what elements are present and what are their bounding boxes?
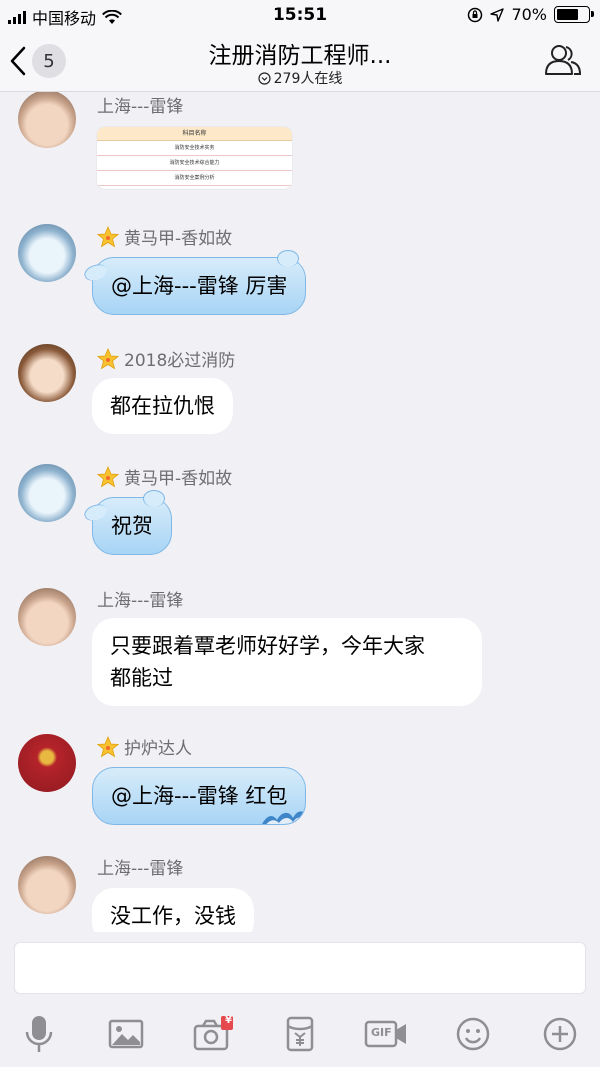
emoji-icon: [456, 1017, 490, 1051]
more-button[interactable]: [538, 1012, 582, 1056]
sender-name[interactable]: 黄马甲-香如故: [124, 224, 232, 249]
chevron-circle-down-icon: [258, 71, 271, 85]
message-bubble[interactable]: 只要跟着覃老师好好学，今年大家 都能过: [92, 618, 482, 706]
chevron-left-icon: [10, 46, 26, 76]
message-text-line: 只要跟着覃老师好好学，今年大家: [110, 634, 425, 658]
back-button[interactable]: 5: [10, 44, 66, 78]
emoji-button[interactable]: [451, 1012, 495, 1056]
star-badge-icon: [97, 465, 119, 487]
image-table-row: 消防安全技术实务: [97, 141, 292, 156]
image-table-header: 科目名称: [97, 127, 292, 141]
orientation-lock-icon: [468, 7, 483, 22]
star-badge-icon: [97, 347, 119, 369]
image-button[interactable]: [104, 1012, 148, 1056]
red-packet-icon: [286, 1016, 314, 1052]
avatar[interactable]: [18, 734, 76, 792]
chat-header: 5 注册消防工程师... 279人在线: [0, 30, 600, 92]
group-members-icon: [545, 45, 582, 75]
input-toolbar: ¥ GIF: [0, 1000, 600, 1067]
message-input[interactable]: [14, 942, 586, 994]
sender-name[interactable]: 上海---雷锋: [97, 92, 183, 117]
input-bar: [0, 932, 600, 1000]
image-message[interactable]: 科目名称 消防安全技术实务 消防安全技术综合能力 消防安全案例分析: [97, 127, 292, 189]
sender-name[interactable]: 上海---雷锋: [97, 854, 183, 879]
message-bubble[interactable]: 没工作，没钱: [92, 888, 254, 932]
online-count-label: 279人在线: [273, 71, 343, 87]
sender-name-row: 2018必过消防: [97, 346, 235, 371]
message-bubble[interactable]: 祝贺: [92, 490, 172, 555]
image-icon: [108, 1019, 144, 1049]
voice-button[interactable]: [17, 1012, 61, 1056]
message-bubble[interactable]: 都在拉仇恨: [92, 378, 233, 434]
red-packet-button[interactable]: [278, 1012, 322, 1056]
battery-percent: 70%: [511, 5, 547, 24]
unread-count-badge: 5: [32, 44, 66, 78]
group-title[interactable]: 注册消防工程师...: [150, 36, 450, 70]
avatar[interactable]: [18, 224, 76, 282]
sender-name[interactable]: 黄马甲-香如故: [124, 464, 232, 489]
gif-label: GIF: [371, 1026, 392, 1039]
sender-name-row: 黄马甲-香如故: [97, 464, 232, 489]
star-badge-icon: [97, 735, 119, 757]
star-badge-icon: [97, 225, 119, 247]
image-table-row: 消防安全案例分析: [97, 171, 292, 186]
camera-button[interactable]: ¥: [191, 1012, 235, 1056]
avatar[interactable]: [18, 92, 76, 148]
sender-name-row: 黄马甲-香如故: [97, 224, 232, 249]
sender-name[interactable]: 上海---雷锋: [97, 586, 183, 611]
avatar[interactable]: [18, 856, 76, 914]
red-packet-badge: ¥: [225, 1015, 232, 1026]
image-table-row: 消防安全技术综合能力: [97, 156, 292, 171]
group-members-button[interactable]: [544, 42, 582, 82]
message-list[interactable]: 上海---雷锋 科目名称 消防安全技术实务 消防安全技术综合能力 消防安全案例分…: [0, 92, 600, 932]
message-text-line: 都能过: [110, 666, 173, 690]
message-bubble[interactable]: @上海---雷锋 厉害: [92, 250, 307, 315]
online-count[interactable]: 279人在线: [150, 68, 450, 88]
sender-name[interactable]: 护炉达人: [124, 734, 192, 759]
avatar[interactable]: [18, 588, 76, 646]
status-bar: 中国移动 15:51 70%: [0, 0, 600, 30]
message-bubble[interactable]: @上海---雷锋 红包: [92, 767, 307, 825]
wave-decoration-icon: [262, 811, 306, 824]
sender-name[interactable]: 2018必过消防: [124, 346, 235, 371]
avatar[interactable]: [18, 464, 76, 522]
battery-icon: [554, 6, 594, 23]
sender-name-row: 护炉达人: [97, 734, 192, 759]
location-icon: [490, 7, 505, 22]
microphone-icon: [25, 1016, 53, 1052]
avatar[interactable]: [18, 344, 76, 402]
gif-button[interactable]: GIF: [364, 1012, 408, 1056]
plus-circle-icon: [543, 1017, 577, 1051]
